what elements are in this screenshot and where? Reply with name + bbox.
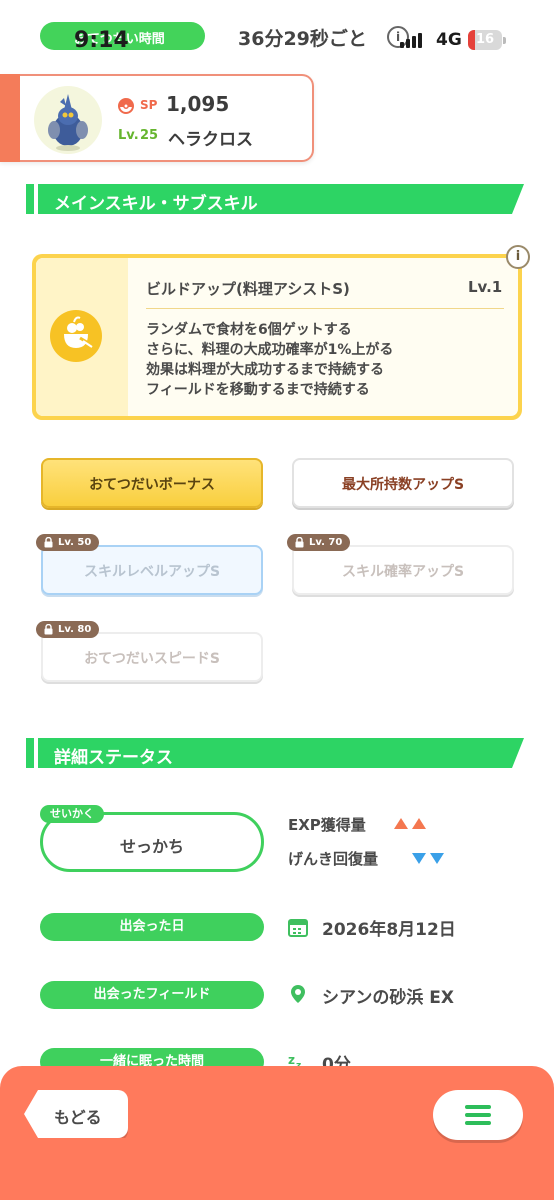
sub-skill-3[interactable]: スキルレベルアップS <box>41 545 263 595</box>
nature-tag: せいかく <box>40 805 104 823</box>
network-type: 4G <box>436 30 462 50</box>
sub-skill-3-lock-tag: Lv. 50 <box>36 534 100 551</box>
calendar-icon <box>288 919 308 937</box>
met-field-label: 出会ったフィールド <box>40 981 264 1009</box>
nature-effect-up-label: EXP獲得量 <box>288 816 366 834</box>
lock-icon <box>295 537 304 548</box>
pokemon-avatar <box>34 86 102 154</box>
met-date-label: 出会った日 <box>40 913 264 941</box>
skill-desc-line: ランダムで食材を6個ゲットする <box>146 322 352 338</box>
met-field-value: シアンの砂浜 EX <box>322 988 454 1008</box>
main-skill-level: Lv.1 <box>468 278 503 296</box>
section-header-skills: メインスキル・サブスキル <box>26 184 524 214</box>
helper-interval: 36分29秒ごと <box>238 28 367 50</box>
pokeball-icon <box>118 98 134 114</box>
location-pin-icon <box>291 985 305 1003</box>
skill-divider <box>146 308 504 309</box>
section-header-details: 詳細ステータス <box>26 738 524 768</box>
main-skill-card[interactable]: ビルドアップ(料理アシストS) Lv.1 ランダムで食材を6個ゲットする さらに… <box>32 254 522 420</box>
clock: 9:14 <box>74 28 129 53</box>
section-bar <box>26 738 34 768</box>
skill-icon-area <box>36 258 128 416</box>
met-date-value: 2026年8月12日 <box>322 920 456 940</box>
sp-label: SP <box>140 98 158 112</box>
nature-effect-down-label: げんき回復量 <box>288 850 379 868</box>
arrow-down-icon <box>430 853 444 864</box>
status-bar: おてつだい時間 9:14 36分29秒ごと i 4G 16 <box>0 0 554 70</box>
sub-skill-4-lock-level: Lv. 70 <box>309 537 343 548</box>
pokemon-name: ヘラクロス <box>168 130 253 150</box>
main-skill-description: ランダムで食材を6個ゲットする さらに、料理の大成功確率が1%上がる 効果は料理… <box>146 320 393 400</box>
battery-level: 16 <box>475 32 495 47</box>
sub-skill-5[interactable]: おてつだいスピードS <box>41 632 263 682</box>
level-label: Lv. <box>118 128 139 143</box>
heracross-sprite-icon <box>48 94 88 151</box>
battery-icon: 16 <box>468 30 502 50</box>
back-button[interactable]: もどる <box>24 1090 128 1138</box>
sub-skill-5-lock-tag: Lv. 80 <box>36 621 100 638</box>
arrow-up-icon <box>412 818 426 829</box>
skill-desc-line: さらに、料理の大成功確率が1%上がる <box>146 342 394 358</box>
svg-text:z: z <box>288 1053 295 1067</box>
cooking-pot-icon <box>50 310 102 362</box>
section-title-details: 詳細ステータス <box>54 748 173 768</box>
sub-skill-4[interactable]: スキル確率アップS <box>292 545 514 595</box>
main-skill-card-inner: ビルドアップ(料理アシストS) Lv.1 ランダムで食材を6個ゲットする さらに… <box>36 258 518 416</box>
signal-icon <box>400 33 422 48</box>
lock-icon <box>44 537 53 548</box>
skill-desc-line: 効果は料理が大成功するまで持続する <box>146 362 384 378</box>
main-skill-name: ビルドアップ(料理アシストS) <box>146 280 350 298</box>
lock-icon <box>44 624 53 635</box>
sub-skill-5-lock-level: Lv. 80 <box>58 624 92 635</box>
hamburger-menu-icon[interactable] <box>433 1090 523 1140</box>
skill-desc-line: フィールドを移動するまで持続する <box>146 382 370 398</box>
back-button-label: もどる <box>54 1108 102 1127</box>
arrow-up-icon <box>394 818 408 829</box>
sub-skill-4-lock-tag: Lv. 70 <box>287 534 351 551</box>
pokemon-card[interactable]: SP 1,095 Lv. 25 ヘラクロス <box>0 74 314 162</box>
sub-skill-2[interactable]: 最大所持数アップS <box>292 458 514 508</box>
sp-value: 1,095 <box>166 92 230 116</box>
battery-tip <box>503 37 506 44</box>
section-bar <box>26 184 34 214</box>
nature-value: せっかち <box>119 837 184 856</box>
arrow-down-icon <box>412 853 426 864</box>
card-accent <box>0 74 20 162</box>
sub-skill-1[interactable]: おてつだいボーナス <box>41 458 263 508</box>
sub-skill-3-lock-level: Lv. 50 <box>58 537 92 548</box>
skill-info-icon[interactable]: i <box>506 245 530 269</box>
level-value: 25 <box>140 128 159 143</box>
section-title-skills: メインスキル・サブスキル <box>54 194 258 214</box>
